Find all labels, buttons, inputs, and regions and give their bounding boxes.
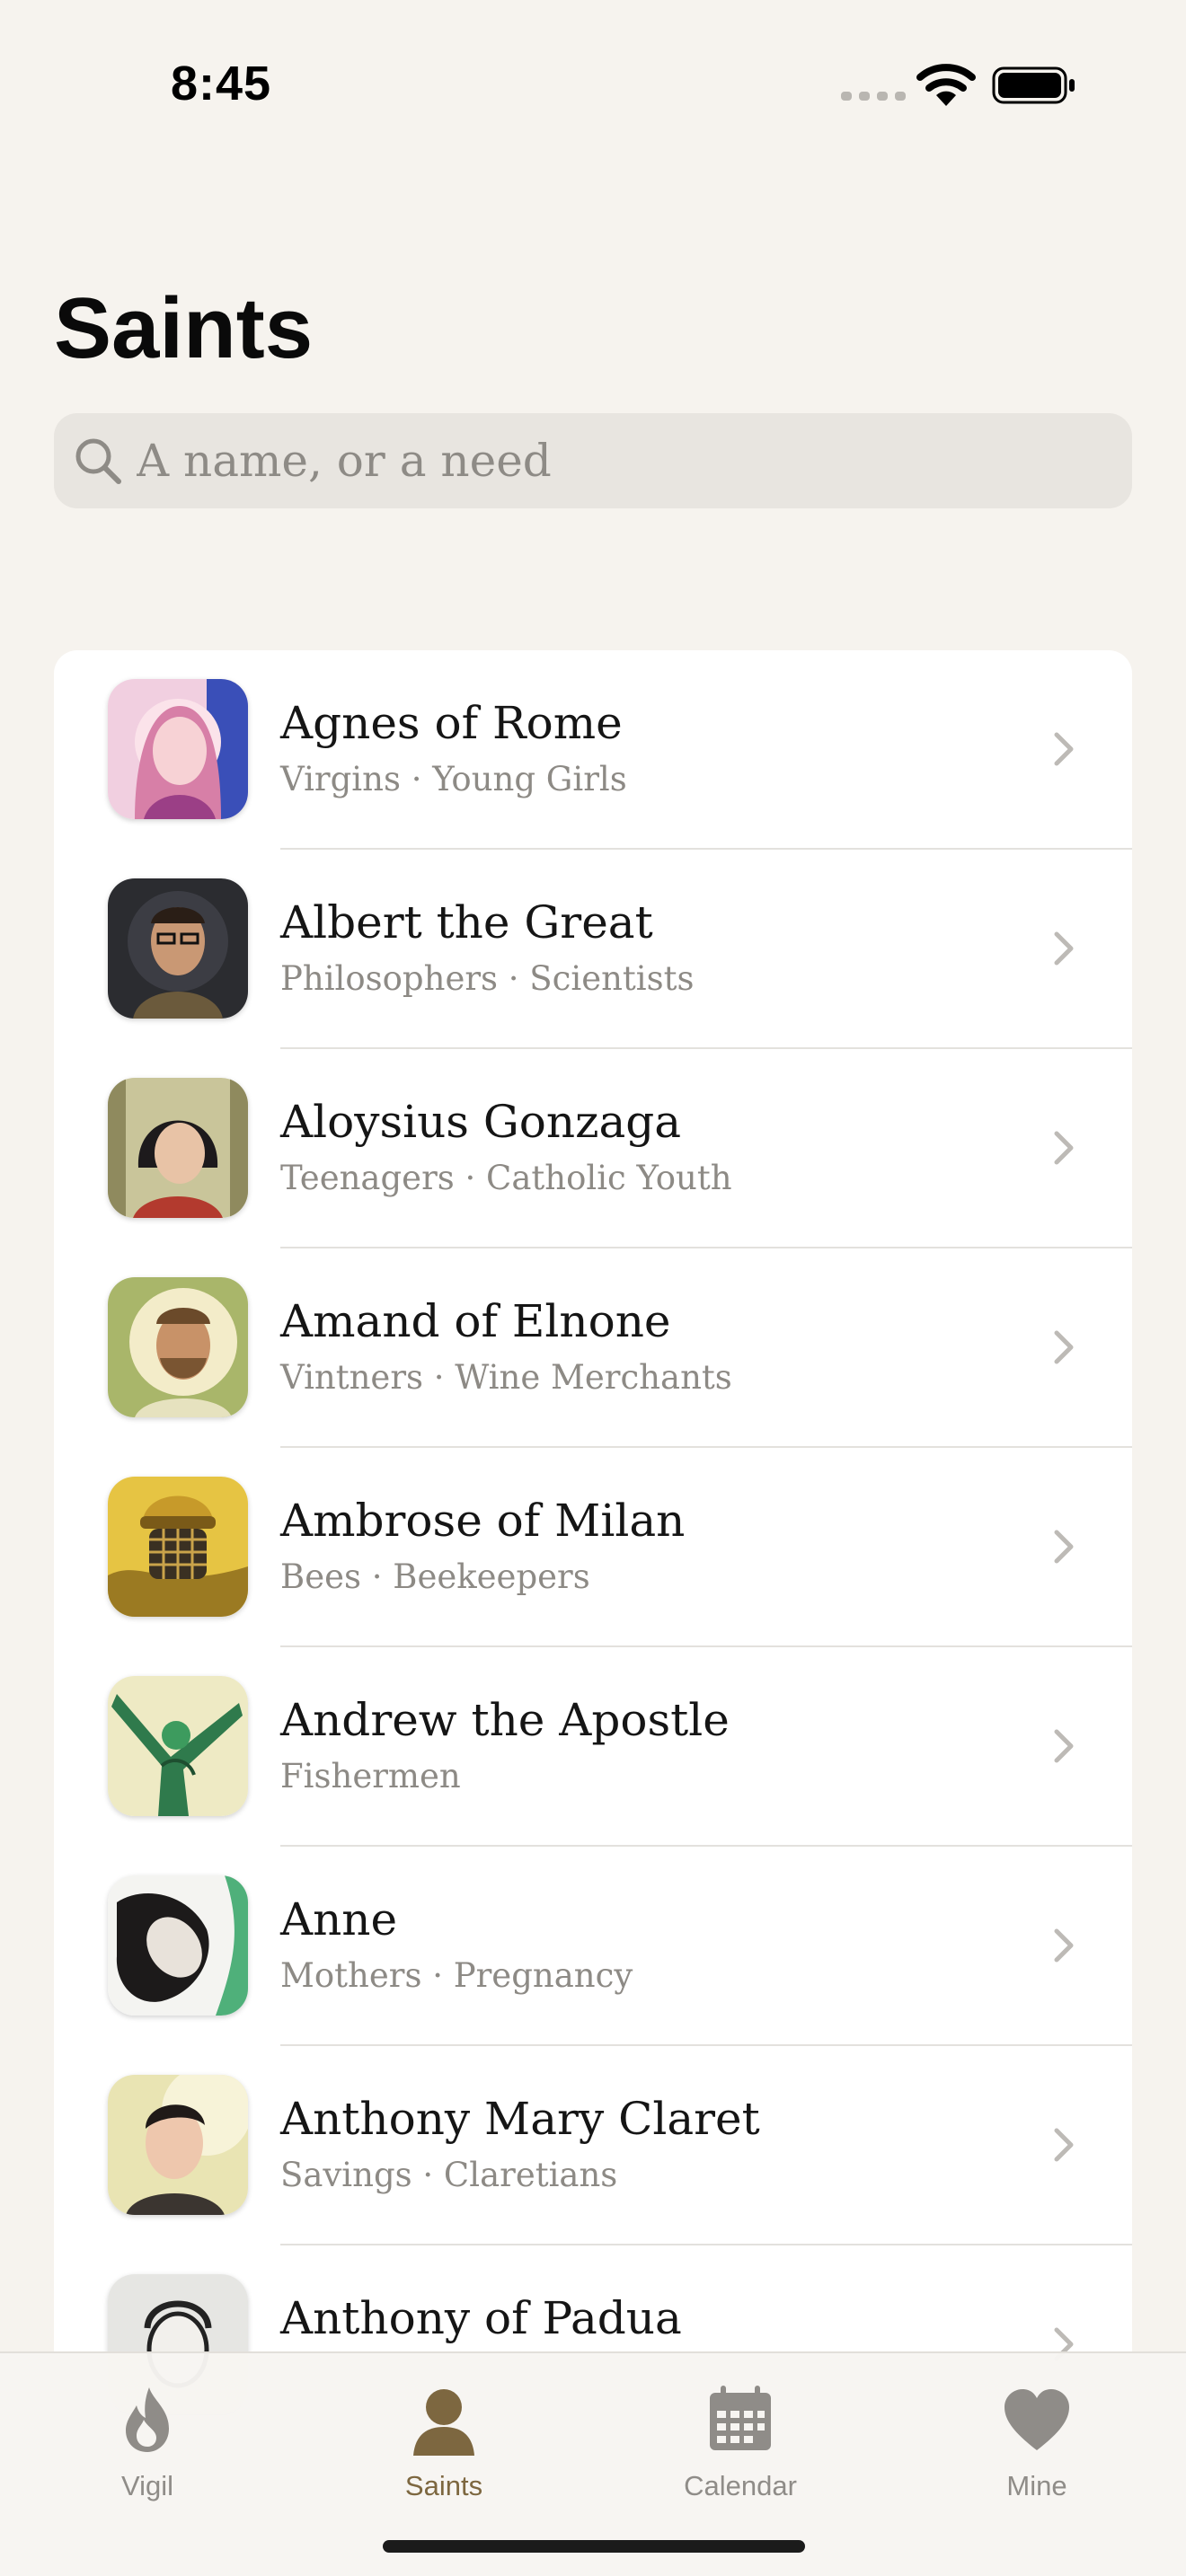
saint-patronage: Philosophers · Scientists bbox=[280, 959, 695, 998]
saint-name: Andrew the Apostle bbox=[280, 1694, 730, 1746]
home-indicator bbox=[383, 2540, 805, 2553]
saint-portrait bbox=[108, 878, 248, 1019]
saint-row-albert-the-great[interactable]: Albert the Great Philosophers · Scientis… bbox=[54, 850, 1132, 1049]
battery-icon bbox=[992, 66, 1075, 104]
tab-label: Saints bbox=[404, 2470, 483, 2501]
saint-row-aloysius-gonzaga[interactable]: Aloysius Gonzaga Teenagers · Catholic Yo… bbox=[54, 1049, 1132, 1248]
saint-portrait bbox=[108, 2075, 248, 2215]
tab-label: Vigil bbox=[120, 2470, 174, 2501]
saint-portrait bbox=[108, 1277, 248, 1417]
chevron-right-icon bbox=[1054, 1530, 1074, 1564]
saint-patronage: Savings · Claretians bbox=[280, 2156, 618, 2194]
page-title: Saints bbox=[54, 280, 314, 376]
saint-patronage: Bees · Beekeepers bbox=[280, 1557, 590, 1596]
status-bar: 8:45 bbox=[0, 0, 1186, 171]
tab-saints[interactable]: Saints bbox=[345, 2371, 543, 2515]
chevron-right-icon bbox=[1054, 2128, 1074, 2162]
saint-name: Anthony Mary Claret bbox=[280, 2093, 760, 2145]
person-icon bbox=[413, 2389, 474, 2456]
chevron-right-icon bbox=[1054, 1330, 1074, 1364]
saint-portrait bbox=[108, 1676, 248, 1816]
saint-patronage: Virgins · Young Girls bbox=[280, 760, 627, 798]
tab-mine[interactable]: Mine bbox=[938, 2371, 1136, 2515]
saint-portrait bbox=[108, 1477, 248, 1617]
saint-portrait bbox=[108, 679, 248, 819]
cellular-signal-icon bbox=[841, 92, 906, 101]
tab-label: Calendar bbox=[684, 2470, 797, 2501]
search-icon bbox=[75, 438, 121, 484]
saint-row-ambrose-of-milan[interactable]: Ambrose of Milan Bees · Beekeepers bbox=[54, 1448, 1132, 1647]
saint-name: Anthony of Padua bbox=[280, 2292, 682, 2344]
search-input[interactable] bbox=[137, 413, 1116, 508]
saint-patronage: Mothers · Pregnancy bbox=[280, 1956, 633, 1995]
chevron-right-icon bbox=[1054, 1928, 1074, 1963]
saint-row-agnes-of-rome[interactable]: Agnes of Rome Virgins · Young Girls bbox=[54, 650, 1132, 850]
saint-portrait bbox=[108, 1875, 248, 2016]
chevron-right-icon bbox=[1054, 732, 1074, 766]
tab-vigil[interactable]: Vigil bbox=[49, 2371, 246, 2515]
saint-name: Albert the Great bbox=[280, 896, 653, 948]
saint-name: Aloysius Gonzaga bbox=[280, 1096, 682, 1148]
status-time: 8:45 bbox=[171, 57, 272, 110]
saint-row-andrew-the-apostle[interactable]: Andrew the Apostle Fishermen bbox=[54, 1647, 1132, 1847]
saints-screen: 8:45 Saints Agnes of Rome bbox=[0, 0, 1186, 2576]
flame-icon bbox=[126, 2387, 169, 2452]
saint-name: Amand of Elnone bbox=[280, 1295, 671, 1347]
chevron-right-icon bbox=[1054, 1729, 1074, 1763]
saint-name: Anne bbox=[280, 1893, 398, 1945]
saint-name: Ambrose of Milan bbox=[280, 1495, 686, 1547]
saint-patronage: Teenagers · Catholic Youth bbox=[280, 1159, 732, 1197]
heart-icon bbox=[1005, 2389, 1069, 2450]
wifi-icon bbox=[916, 64, 976, 106]
saint-row-anthony-mary-claret[interactable]: Anthony Mary Claret Savings · Claretians bbox=[54, 2046, 1132, 2245]
tab-label: Mine bbox=[1006, 2470, 1067, 2501]
saint-row-amand-of-elnone[interactable]: Amand of Elnone Vintners · Wine Merchant… bbox=[54, 1248, 1132, 1448]
chevron-right-icon bbox=[1054, 931, 1074, 966]
calendar-icon bbox=[710, 2386, 771, 2450]
saint-name: Agnes of Rome bbox=[280, 697, 623, 749]
chevron-right-icon bbox=[1054, 1131, 1074, 1165]
saint-patronage: Fishermen bbox=[280, 1757, 461, 1795]
saint-row-anne[interactable]: Anne Mothers · Pregnancy bbox=[54, 1847, 1132, 2046]
saint-portrait bbox=[108, 1078, 248, 1218]
tab-calendar[interactable]: Calendar bbox=[642, 2371, 839, 2515]
search-field[interactable] bbox=[54, 413, 1132, 508]
saints-list: Agnes of Rome Virgins · Young Girls Albe… bbox=[54, 650, 1132, 2447]
saint-patronage: Vintners · Wine Merchants bbox=[280, 1358, 732, 1397]
